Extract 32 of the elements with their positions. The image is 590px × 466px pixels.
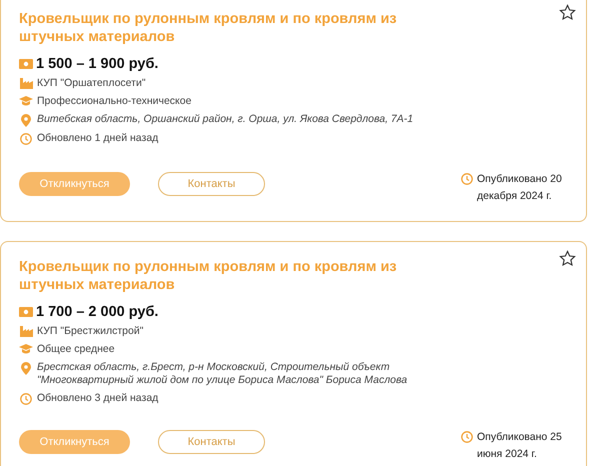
job-title[interactable]: Кровельщик по рулонным кровлям и по кровлям из штучных материалов — [19, 10, 439, 46]
location-pin-icon — [21, 114, 31, 127]
published-date: Опубликовано 25 июня 2024 г. — [477, 430, 563, 462]
banknote-icon — [19, 307, 33, 317]
star-icon[interactable] — [559, 250, 576, 267]
apply-button[interactable]: Откликнуться — [19, 430, 130, 454]
location-pin-icon — [21, 362, 31, 375]
education-text: Профессионально-техническое — [37, 95, 192, 108]
salary-text: 1 500 – 1 900 руб. — [36, 56, 158, 72]
clock-icon — [20, 133, 32, 145]
clock-icon — [461, 173, 473, 185]
star-icon[interactable] — [559, 4, 576, 21]
graduation-cap-icon — [19, 344, 33, 354]
company-name: КУП "Брестжилстрой" — [37, 325, 144, 338]
updated-text: Обновлено 3 дней назад — [37, 392, 158, 405]
address-text: Брестская область, г.Брест, р-н Московский, Строительный объект "Многоквартирный жилой дом по улице Бориса Маслова" Бориса Маслова — [37, 361, 408, 387]
salary-text: 1 700 – 2 000 руб. — [36, 304, 158, 320]
address-text: Витебская область, Оршанский район, г. Орша, ул. Якова Свердлова, 7А-1 — [37, 113, 414, 126]
updated-text: Обновлено 1 дней назад — [37, 132, 158, 145]
clock-icon — [461, 431, 473, 443]
clock-icon — [20, 393, 32, 405]
banknote-icon — [19, 59, 33, 69]
education-text: Общее среднее — [37, 343, 115, 356]
contacts-button[interactable]: Контакты — [158, 172, 265, 196]
company-name: КУП "Оршатеплосети" — [37, 77, 146, 90]
contacts-button[interactable]: Контакты — [158, 430, 265, 454]
apply-button[interactable]: Откликнуться — [19, 172, 130, 196]
published-date: Опубликовано 20 декабря 2024 г. — [477, 172, 563, 204]
graduation-cap-icon — [19, 96, 33, 106]
factory-icon — [20, 326, 32, 337]
factory-icon — [20, 78, 32, 89]
job-title[interactable]: Кровельщик по рулонным кровлям и по кровлям из штучных материалов — [19, 258, 439, 294]
